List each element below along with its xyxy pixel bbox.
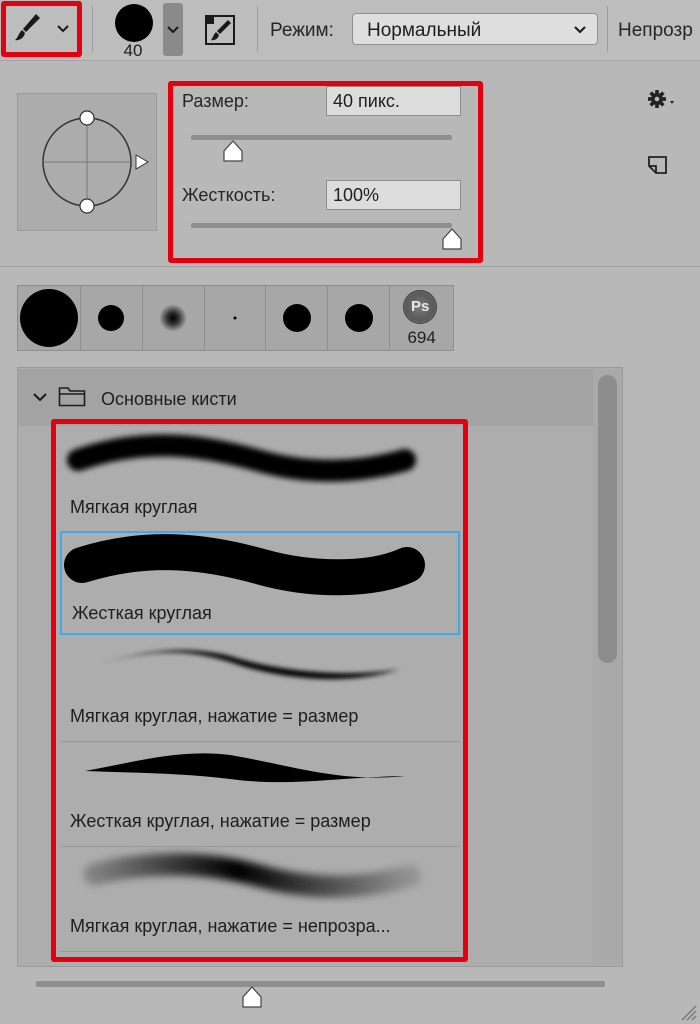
brush-angle-roundness-widget[interactable] [17,93,157,231]
toolbar-separator [92,6,93,52]
scrollbar-thumb[interactable] [598,375,617,663]
preset-hard-round-medium[interactable] [81,286,143,350]
brush-icon [15,14,40,41]
chevron-down-icon[interactable] [56,22,70,36]
preset-hard-round[interactable] [266,286,329,350]
size-input[interactable]: 40 пикс. [326,86,461,116]
toolbar-separator [607,6,608,52]
brush-tool-button[interactable] [10,10,46,46]
gear-icon [648,90,674,108]
brush-stroke-preview [88,650,400,680]
preset-count-label: 694 [407,328,436,347]
brush-item-label: Мягкая круглая, нажатие = непрозра... [70,916,391,936]
brush-tip-swatch [233,316,237,320]
size-slider-thumb[interactable] [222,139,244,163]
hardness-input[interactable]: 100% [326,180,461,210]
angle-dial [42,110,149,214]
folder-icon [58,387,86,407]
brush-item-label: Мягкая круглая, нажатие = размер [70,706,359,726]
preset-hard-round-alt[interactable] [328,286,391,350]
brush-panel-icon [205,15,235,45]
new-preset-button[interactable] [646,153,670,177]
brush-preset-dropdown-button[interactable] [163,3,183,56]
preset-soft-round[interactable] [143,286,205,350]
brush-tip-swatch [282,304,311,332]
brush-size-value: 40 [123,41,143,60]
brush-stroke-preview [67,434,416,482]
chevron-down-icon [167,26,179,34]
brush-stroke-preview [85,753,405,783]
hardness-slider-track[interactable] [191,223,452,228]
brush-preset-picker[interactable]: 40 [110,2,160,60]
brush-tip-preview [115,4,153,42]
brush-item-hard-round-pressure-size[interactable]: Жесткая круглая, нажатие = размер [60,741,460,847]
brush-item-label: Жесткая круглая, нажатие = размер [70,811,371,831]
brush-panel-toggle-button[interactable] [202,12,238,48]
mode-label: Режим: [270,20,334,41]
brush-item-hard-round[interactable]: Жесткая круглая [60,531,460,635]
brush-item-soft-round[interactable]: Мягкая круглая [60,427,460,533]
section-divider [0,266,700,267]
recent-brush-presets: Ps 694 [17,285,454,351]
preset-tiny-round[interactable] [205,286,267,350]
ps-badge: Ps [410,298,430,315]
chevron-down-icon [574,26,586,34]
ps-brush-icon: Ps [403,290,438,324]
toolbar-separator [257,6,258,52]
brush-tip-swatch [344,304,373,332]
preview-size-slider-thumb[interactable] [241,985,263,1009]
brush-group-header[interactable]: Основные кисти [18,369,593,426]
preview-size-slider-track[interactable] [36,981,605,987]
size-label: Размер: [182,91,249,111]
brush-item-label: Мягкая круглая [70,497,198,517]
chevron-down-icon[interactable] [32,392,48,403]
brush-tip-swatch [98,305,125,331]
new-preset-icon [648,156,667,174]
blend-mode-select[interactable]: Нормальный [352,13,598,45]
brush-item-soft-round-pressure-size[interactable]: Мягкая круглая, нажатие = размер [60,636,460,742]
preset-ps-brush[interactable]: Ps 694 [390,286,453,350]
brush-group-name: Основные кисти [101,389,237,409]
brush-item-soft-round-pressure-opacity[interactable]: Мягкая круглая, нажатие = непрозра... [60,846,460,952]
hardness-label: Жесткость: [182,185,276,205]
brush-stroke-preview [84,853,421,898]
resize-grip-icon[interactable] [678,1002,698,1022]
hardness-slider-thumb[interactable] [441,227,463,251]
brush-item-label: Жесткая круглая [72,603,212,623]
opacity-label: Непрозр [618,20,693,41]
brush-stroke-preview [64,534,425,596]
brush-tip-swatch [19,289,78,347]
blend-mode-value: Нормальный [367,20,482,41]
preset-hard-round-large[interactable] [18,286,81,350]
brush-tip-swatch [159,304,188,332]
settings-menu-button[interactable] [645,86,681,114]
